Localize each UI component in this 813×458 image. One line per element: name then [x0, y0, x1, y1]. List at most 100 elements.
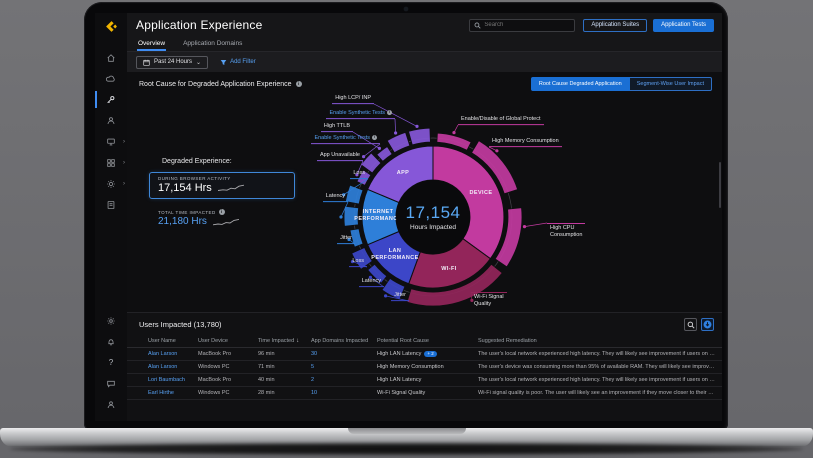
tab-application-domains[interactable]: Application Domains	[182, 37, 243, 51]
user-device: MacBook Pro	[198, 351, 258, 357]
total-time-label: TOTAL TIME IMPACTED	[158, 210, 216, 215]
toggle-segment-wise[interactable]: Segment-Wise User Impact	[630, 77, 712, 91]
app-domains-count[interactable]: 10	[311, 390, 377, 396]
time-impacted: 96 min	[258, 351, 311, 357]
sidebar-item-tests-active[interactable]	[95, 89, 127, 110]
stats-heading: Degraded Experience:	[162, 158, 301, 165]
col-app-domains[interactable]: App Domains Impacted	[311, 338, 377, 344]
col-time-impacted[interactable]: Time Impacted↓	[258, 338, 311, 344]
application-suites-button[interactable]: Application Suites	[583, 19, 647, 32]
users-impacted-header: Users Impacted (13,780)	[127, 313, 722, 334]
time-impacted: 28 min	[258, 390, 311, 396]
sidebar-item-monitoring[interactable]	[95, 68, 127, 89]
remediation-text: Wi-Fi signal quality is poor. The user w…	[478, 390, 722, 396]
svg-text:WI-FI: WI-FI	[441, 266, 457, 272]
info-icon[interactable]: i	[219, 209, 225, 215]
filter-bar: Past 24 Hours ⌄ Add Filter	[127, 52, 722, 72]
chart-view-toggle: Root Cause Degraded Application Segment-…	[531, 77, 712, 91]
chart-callout-label: Latency	[359, 278, 384, 287]
col-user-name[interactable]: User Name	[148, 338, 198, 344]
sidebar-item-account[interactable]	[95, 394, 127, 415]
sidebar-item-home[interactable]	[95, 47, 127, 68]
sidebar-item-devices[interactable]: ›	[95, 131, 127, 152]
info-icon[interactable]: i	[372, 135, 377, 140]
user-name-link[interactable]: Earl Hirthe	[148, 390, 198, 396]
root-cause-panel-title: Root Cause for Degraded Application Expe…	[139, 81, 302, 88]
app-domains-count[interactable]: 5	[311, 364, 377, 370]
users-table: User Name User Device Time Impacted↓ App…	[127, 334, 722, 400]
table-row[interactable]: Alan Larson Windows PC 71 min 5 High Mem…	[127, 361, 722, 374]
users-impacted-panel: Users Impacted (13,780) User N	[127, 312, 722, 421]
sort-desc-icon: ↓	[296, 338, 299, 344]
chart-callout-label: App Unavailable	[317, 152, 363, 161]
chart-callout-label: High LCP/ INP	[332, 95, 374, 104]
app-domains-count[interactable]: 2	[311, 377, 377, 383]
search-input-wrap	[469, 19, 575, 32]
table-download-button[interactable]	[701, 318, 714, 331]
scrollbar-thumb[interactable]	[719, 162, 721, 208]
col-user-device[interactable]: User Device	[198, 338, 258, 344]
table-row[interactable]: Earl Hirthe Windows PC 28 min 10 Wi-Fi S…	[127, 387, 722, 400]
chart-callout-label: Enable/Disable of Global Protect	[458, 116, 544, 125]
sidebar-item-feedback[interactable]	[95, 373, 127, 394]
root-cause-panel-header: Root Cause for Degraded Application Expe…	[127, 72, 722, 92]
svg-text:INTERNET: INTERNET	[363, 209, 394, 215]
remediation-text: The user's device was consuming more tha…	[478, 364, 722, 370]
sidebar-item-users[interactable]	[95, 110, 127, 131]
table-row[interactable]: Lori Baumbach MacBook Pro 40 min 2 High …	[127, 374, 722, 387]
table-search-button[interactable]	[684, 318, 697, 331]
user-device: Windows PC	[198, 390, 258, 396]
toggle-root-cause-degraded[interactable]: Root Cause Degraded Application	[531, 77, 630, 91]
calendar-icon	[143, 59, 150, 66]
sidebar-item-applications[interactable]: ›	[95, 152, 127, 173]
chart-callout-label: High TTLB	[321, 123, 353, 132]
add-filter-button[interactable]: Add Filter	[220, 59, 256, 66]
user-name-link[interactable]: Alan Larson	[148, 364, 198, 370]
user-name-link[interactable]: Lori Baumbach	[148, 377, 198, 383]
table-row[interactable]: Alan Larson MacBook Pro 96 min 30 High L…	[127, 348, 722, 361]
root-cause-panel: Root Cause for Degraded Application Expe…	[127, 72, 722, 312]
info-icon[interactable]: i	[387, 110, 392, 115]
chevron-right-icon: ›	[123, 181, 125, 187]
chart-callout-label: Jitter	[391, 292, 409, 301]
sidebar-item-help[interactable]: ?	[95, 352, 127, 373]
col-remediation[interactable]: Suggested Remediation	[478, 338, 722, 344]
remediation-text: The user's local network experienced hig…	[478, 377, 722, 383]
left-nav-sidebar: › › ›	[95, 13, 127, 421]
application-tests-button[interactable]: Application Tests	[653, 19, 714, 32]
chevron-down-icon: ⌄	[196, 59, 201, 66]
sidebar-item-settings[interactable]	[95, 310, 127, 331]
root-cause-text: High LAN Latency	[377, 377, 478, 383]
more-causes-badge[interactable]: + 2	[424, 351, 436, 357]
time-impacted: 71 min	[258, 364, 311, 370]
remediation-text: The user's local network experienced hig…	[478, 351, 722, 357]
info-icon[interactable]: i	[296, 81, 302, 87]
root-cause-text: Wi-Fi Signal Quality	[377, 390, 478, 396]
laptop-shadow	[10, 443, 803, 455]
application-suites-label: Application Suites	[591, 22, 639, 28]
chart-callout-link[interactable]: Enable Synthetic Testsi	[326, 110, 395, 119]
chart-callout-label: Loss	[350, 170, 368, 179]
browser-activity-stat-card: DURING BROWSER ACTIVITY 17,154 Hrs	[149, 172, 295, 199]
col-root-cause[interactable]: Potential Root Cause	[377, 338, 478, 344]
root-cause-title-text: Root Cause for Degraded Application Expe…	[139, 81, 292, 88]
chart-callout-label: Jitter	[337, 235, 355, 244]
search-input[interactable]	[484, 22, 570, 28]
app-domains-count[interactable]: 30	[311, 351, 377, 357]
root-cause-cell: High LAN Latency+ 2	[377, 351, 478, 357]
time-range-dropdown[interactable]: Past 24 Hours ⌄	[136, 56, 208, 69]
laptop-base-notch	[348, 428, 466, 434]
sidebar-item-reports[interactable]	[95, 194, 127, 215]
chart-callout-label: High CPUConsumption	[547, 223, 585, 239]
sidebar-item-configuration[interactable]: ›	[95, 173, 127, 194]
user-name-link[interactable]: Alan Larson	[148, 351, 198, 357]
svg-text:DEVICE: DEVICE	[470, 190, 493, 196]
sidebar-item-notifications[interactable]	[95, 331, 127, 352]
sparkline-icon	[213, 218, 239, 226]
search-icon	[687, 321, 695, 329]
time-impacted: 40 min	[258, 377, 311, 383]
svg-text:PERFORMANCE: PERFORMANCE	[371, 255, 418, 261]
table-actions	[684, 318, 714, 331]
chart-callout-link[interactable]: Enable Synthetic Testsi	[311, 135, 380, 144]
tab-overview[interactable]: Overview	[137, 37, 166, 51]
